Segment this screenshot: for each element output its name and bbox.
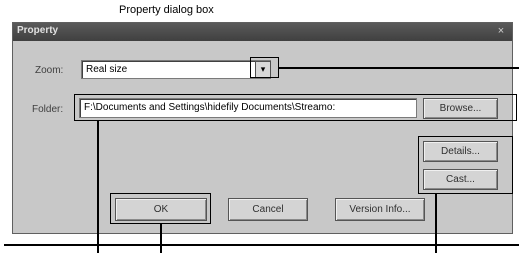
zoom-value: Real size bbox=[86, 64, 128, 75]
property-dialog: Property × Zoom: Real size ▾ Folder: F:\… bbox=[12, 22, 513, 234]
figure-caption: Property dialog box bbox=[119, 4, 214, 16]
dialog-title: Property bbox=[17, 25, 59, 36]
folder-label: Folder: bbox=[32, 104, 64, 115]
folder-callout bbox=[74, 94, 517, 121]
zoom-arrow-callout bbox=[250, 57, 279, 78]
folder-callout-line bbox=[97, 121, 99, 253]
cancel-button[interactable]: Cancel bbox=[228, 198, 308, 221]
details-cast-callout bbox=[418, 136, 513, 194]
ok-callout-line bbox=[160, 224, 162, 253]
ok-callout bbox=[110, 193, 211, 224]
titlebar: Property × bbox=[13, 23, 512, 41]
baseline-line bbox=[4, 244, 519, 246]
version-info-button[interactable]: Version Info... bbox=[335, 198, 425, 221]
zoom-label: Zoom: bbox=[35, 65, 64, 76]
zoom-callout-line bbox=[279, 67, 519, 69]
close-icon[interactable]: × bbox=[494, 25, 508, 38]
zoom-select[interactable]: Real size bbox=[81, 60, 271, 79]
